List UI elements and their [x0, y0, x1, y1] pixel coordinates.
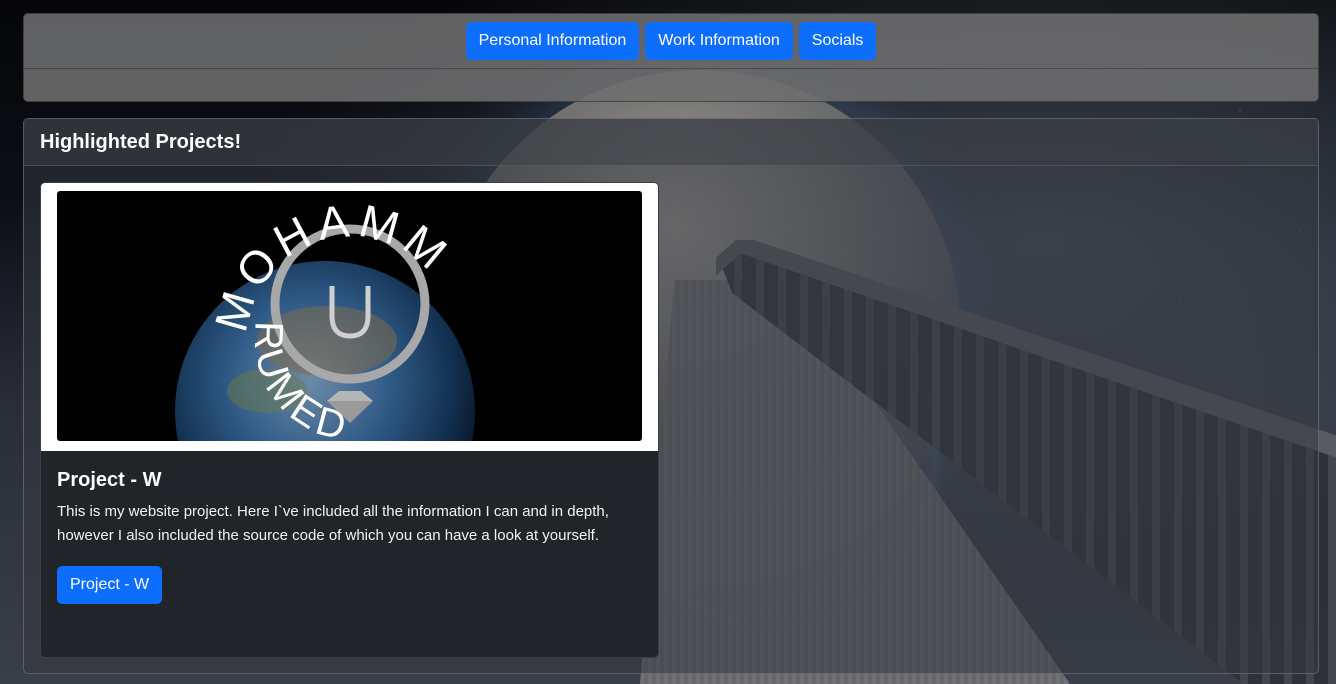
- project-card-body: Project - W This is my website project. …: [41, 451, 658, 622]
- project-title: Project - W: [57, 469, 162, 491]
- nav-button-group: Personal Information Work Information So…: [24, 14, 1318, 69]
- project-image-frame: MOHAMM RUMED: [41, 183, 658, 451]
- socials-button[interactable]: Socials: [798, 22, 877, 60]
- top-nav-card: Personal Information Work Information So…: [23, 13, 1319, 102]
- project-logo-image: MOHAMM RUMED: [57, 191, 642, 441]
- projects-card-header: Highlighted Projects!: [24, 119, 1318, 166]
- project-w-button[interactable]: Project - W: [57, 566, 163, 604]
- personal-information-button[interactable]: Personal Information: [465, 22, 640, 60]
- project-description: This is my website project. Here I`ve in…: [57, 503, 609, 544]
- work-information-button[interactable]: Work Information: [645, 22, 793, 60]
- projects-heading: Highlighted Projects!: [40, 130, 242, 153]
- project-card: MOHAMM RUMED Project - W This is my webs…: [40, 182, 659, 658]
- highlighted-projects-card: Highlighted Projects! MOHAMM RUMED Proje…: [23, 118, 1319, 674]
